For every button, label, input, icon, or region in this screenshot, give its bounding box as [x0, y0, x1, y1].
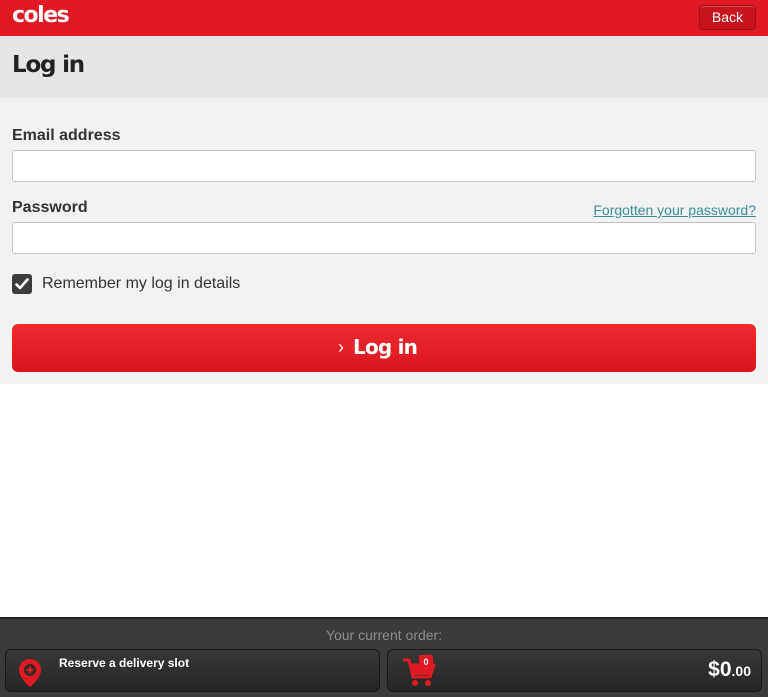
chevron-right-icon: › — [338, 337, 344, 357]
password-label: Password — [12, 199, 88, 216]
login-button-label: Log in — [353, 335, 418, 359]
reserve-delivery-slot-label: Reserve a delivery slot — [59, 656, 190, 670]
page-title: Log in — [12, 52, 85, 78]
login-form: Email address Password Forgotten your pa… — [0, 98, 768, 384]
forgot-password-link[interactable]: Forgotten your password? — [593, 202, 756, 218]
email-field[interactable] — [12, 150, 756, 182]
cart-count-badge: 0 — [419, 655, 433, 669]
cart-total-dollars: $0 — [708, 658, 732, 681]
login-button[interactable]: › Log in — [12, 324, 756, 372]
email-label: Email address — [12, 127, 121, 144]
title-bar: Log in — [0, 36, 768, 98]
cart-total: $0.00 — [708, 658, 751, 682]
coles-logo[interactable]: coles — [12, 3, 70, 29]
password-field[interactable] — [12, 222, 756, 254]
remember-me-label: Remember my log in details — [42, 275, 241, 292]
checkmark-icon — [15, 278, 29, 290]
remember-me-checkbox[interactable] — [12, 274, 32, 294]
reserve-delivery-slot-button[interactable]: Reserve a delivery slot — [5, 649, 380, 692]
top-bar: coles Back — [0, 0, 768, 36]
cart-button[interactable]: 0 $0.00 — [387, 649, 762, 692]
cart-total-cents: .00 — [731, 663, 751, 679]
back-button[interactable]: Back — [698, 5, 756, 30]
current-order-bar: Your current order: Reserve a delivery s… — [0, 617, 768, 697]
location-pin-icon — [19, 659, 41, 687]
current-order-heading: Your current order: — [325, 627, 443, 643]
